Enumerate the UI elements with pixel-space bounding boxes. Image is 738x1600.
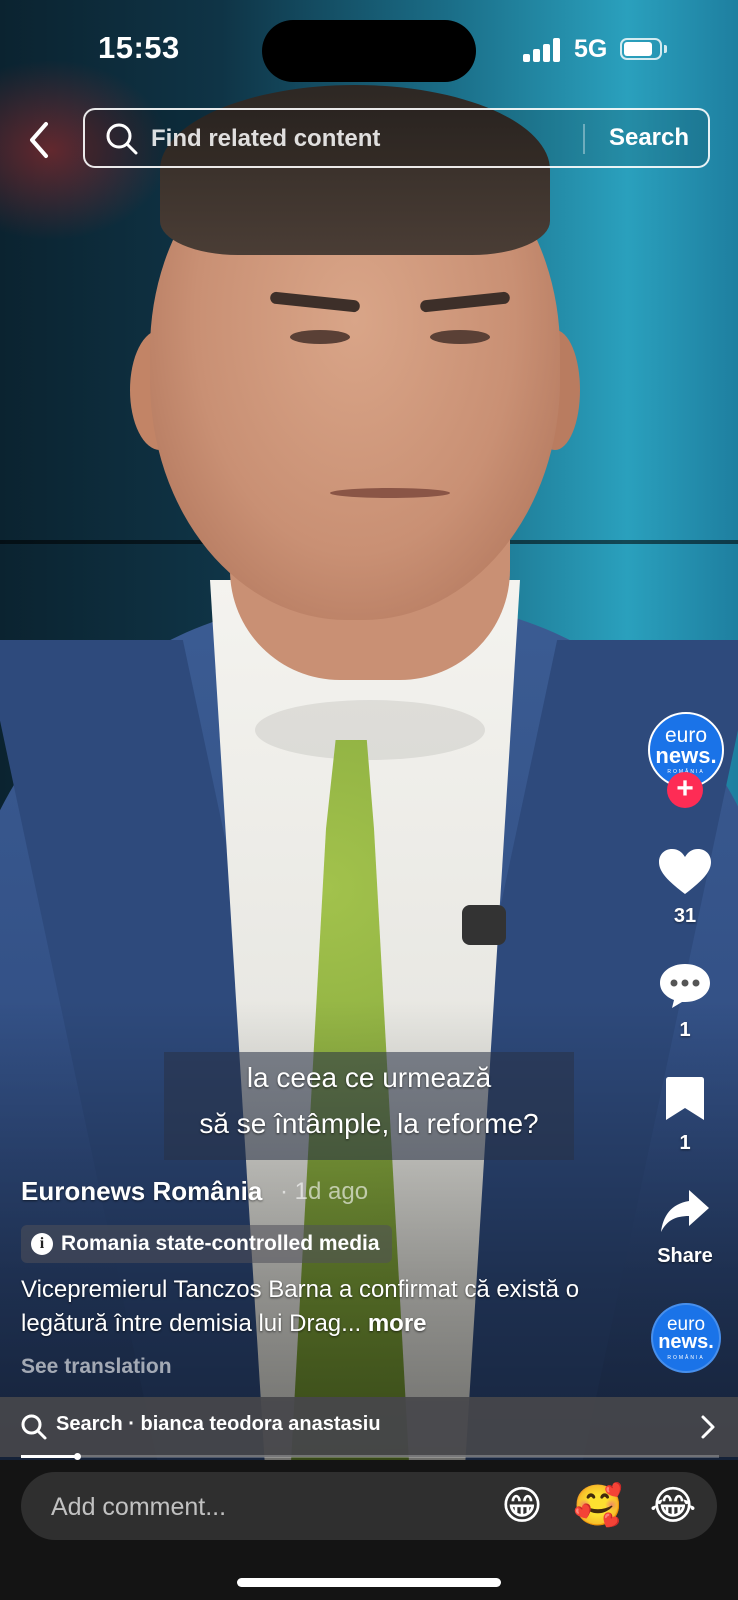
state-media-badge[interactable]: i Romania state-controlled media (21, 1225, 392, 1263)
share-label: Share (657, 1245, 713, 1267)
like-count: 31 (673, 905, 697, 927)
signal-icon (523, 38, 563, 62)
search-suggestion-bar[interactable]: Search · bianca teodora anastasiu (0, 1397, 738, 1457)
see-translation-link[interactable]: See translation (21, 1355, 172, 1379)
emoji-laugh-button[interactable]: 😂 (649, 1482, 697, 1530)
comment-button[interactable]: 1 (640, 962, 730, 1042)
sound-logo-sub: ROMÂNIA (667, 1355, 705, 1361)
avatar-logo-bottom: news. (655, 743, 717, 768)
caption-line-1: la ceea ce urmează (246, 1062, 492, 1093)
post-description[interactable]: Vicepremierul Tanczos Barna a confirmat … (21, 1273, 581, 1341)
home-indicator[interactable] (237, 1578, 501, 1587)
chevron-right-icon (701, 1415, 715, 1439)
search-icon (106, 123, 138, 155)
post-time: · 1d ago (280, 1178, 369, 1205)
dynamic-island (262, 20, 476, 82)
comment-count: 1 (679, 1019, 691, 1041)
state-media-label: Romania state-controlled media (61, 1232, 380, 1255)
sound-logo-bottom: news. (658, 1331, 714, 1353)
share-button[interactable]: Share (640, 1188, 730, 1268)
more-link[interactable]: more (368, 1310, 427, 1337)
comment-bar: 😁 🥰 😂 (0, 1460, 738, 1600)
like-button[interactable]: 31 (640, 848, 730, 928)
comment-input[interactable] (49, 1486, 453, 1528)
save-button[interactable]: 1 (640, 1075, 730, 1155)
share-icon (661, 1190, 709, 1232)
battery-icon (620, 38, 668, 62)
heart-icon (659, 849, 711, 894)
comment-icon (660, 964, 710, 1008)
comment-box[interactable]: 😁 🥰 😂 (21, 1472, 717, 1540)
screen: 15:53 5G Search la ceea ce urmează să se… (0, 0, 738, 1600)
description-text: Vicepremierul Tanczos Barna a confirmat … (21, 1276, 580, 1337)
emoji-grin-button[interactable]: 😁 (498, 1482, 546, 1530)
search-bar[interactable]: Search (83, 108, 710, 168)
status-time: 15:53 (98, 30, 180, 65)
follow-button[interactable]: + (667, 772, 703, 808)
sound-disc[interactable]: euro news. ROMÂNIA (651, 1303, 721, 1373)
playback-progress[interactable] (21, 1453, 719, 1460)
emoji-love-button[interactable]: 🥰 (573, 1482, 623, 1530)
info-icon: i (31, 1233, 53, 1255)
caption-line-2: să se întâmple, la reforme? (199, 1108, 539, 1139)
bookmark-icon (666, 1077, 704, 1120)
back-button[interactable] (22, 118, 58, 162)
author-name[interactable]: Euronews România (21, 1176, 262, 1207)
search-suggestion-text: Search · bianca teodora anastasiu (56, 1413, 381, 1435)
progress-handle[interactable] (73, 1453, 81, 1460)
network-label: 5G (574, 35, 608, 63)
video-caption: la ceea ce urmează să se întâmple, la re… (164, 1052, 574, 1160)
back-icon (30, 122, 48, 158)
search-input[interactable] (149, 118, 653, 160)
search-button[interactable]: Search (595, 118, 703, 158)
save-count: 1 (679, 1132, 691, 1154)
progress-fill (21, 1455, 77, 1458)
search-divider (583, 124, 585, 154)
search-icon (21, 1414, 47, 1440)
